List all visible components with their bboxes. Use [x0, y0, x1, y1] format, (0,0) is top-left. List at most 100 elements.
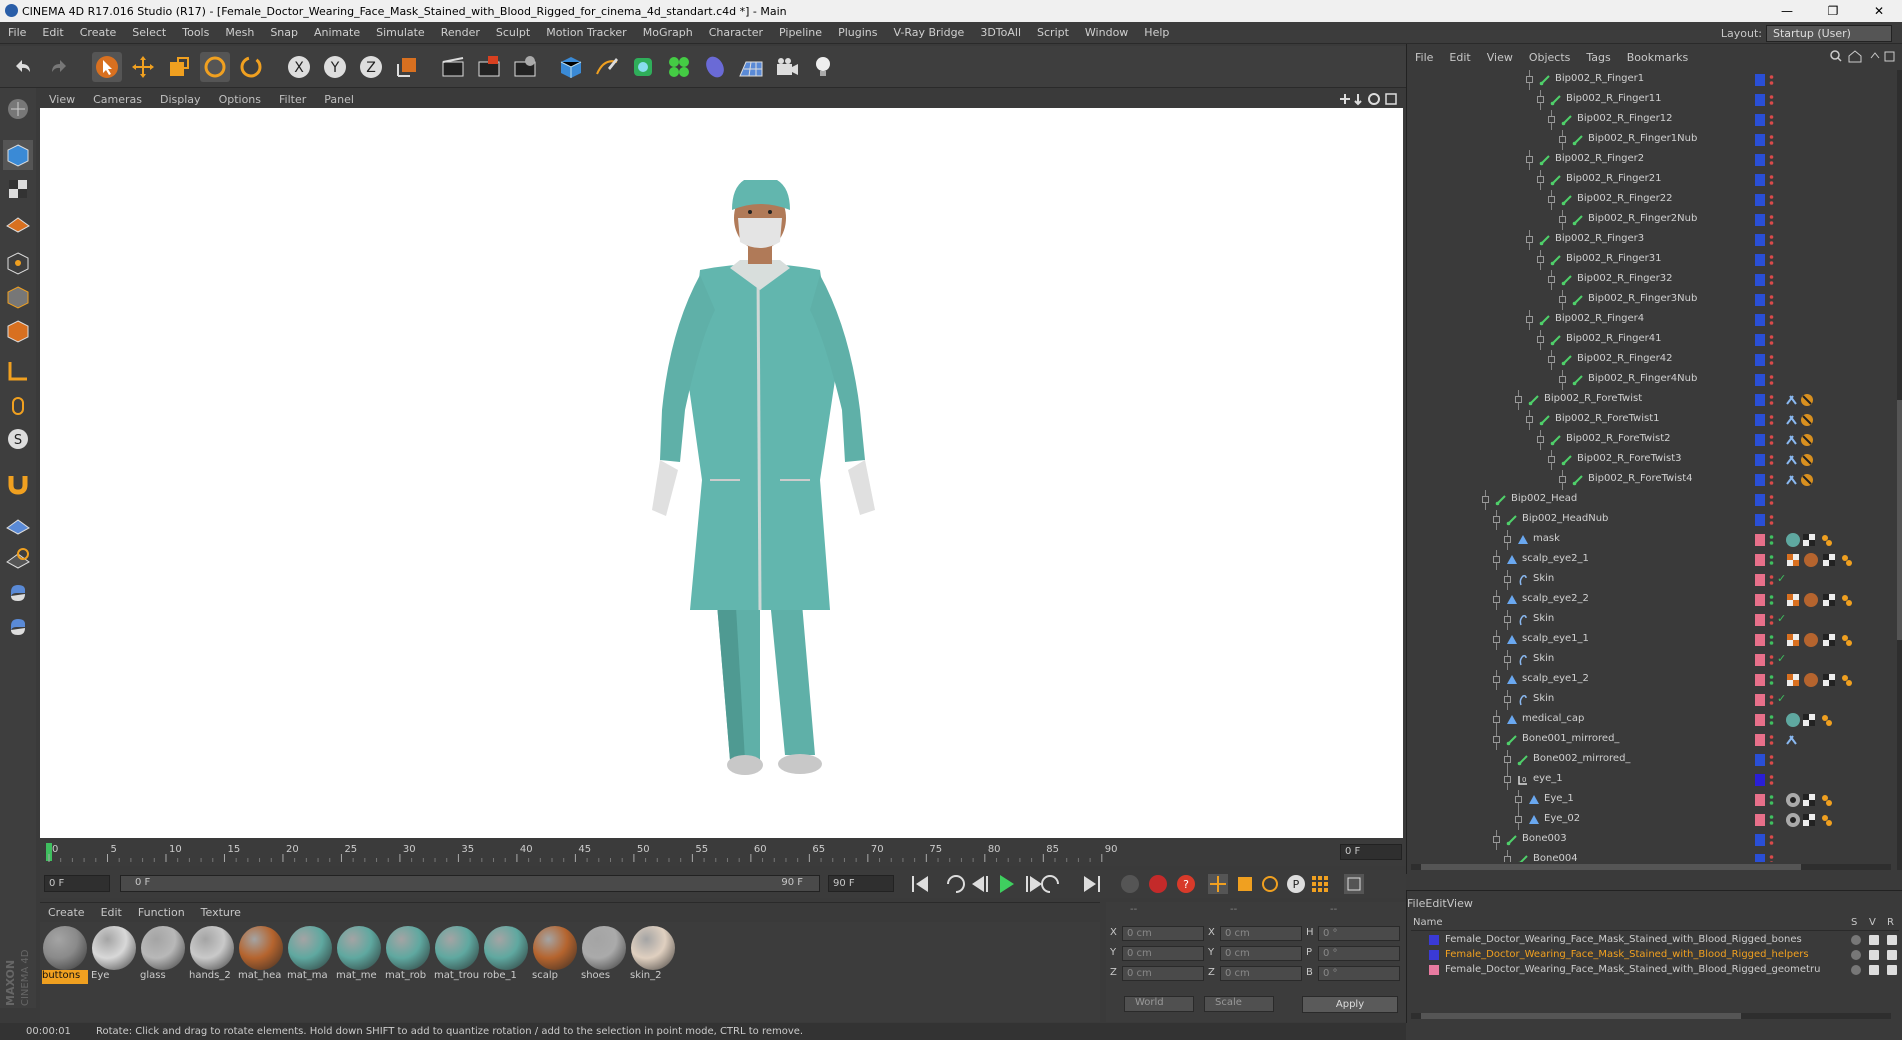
object-row[interactable]: Bip002_R_Finger12: [1407, 110, 1889, 130]
object-name[interactable]: Bip002_R_ForeTwist3: [1577, 453, 1681, 464]
menu-select[interactable]: Select: [124, 26, 174, 39]
coord-value-field[interactable]: 0 cm: [1122, 926, 1204, 941]
layer-color-swatch[interactable]: [1755, 254, 1765, 266]
layer-color-swatch[interactable]: [1755, 294, 1765, 306]
layer-render-icon[interactable]: [1887, 965, 1897, 975]
layer-color-swatch[interactable]: [1755, 594, 1765, 606]
menu-sculpt[interactable]: Sculpt: [488, 26, 538, 39]
material-swatch[interactable]: mat_ma: [287, 926, 333, 986]
viewport-menu-options[interactable]: Options: [210, 93, 270, 106]
layer-color-swatch[interactable]: [1755, 654, 1765, 666]
viewport-menu-panel[interactable]: Panel: [315, 93, 363, 106]
layer-color-swatch[interactable]: [1755, 734, 1765, 746]
object-name[interactable]: Bip002_R_Finger2Nub: [1588, 213, 1697, 224]
object-row[interactable]: Bip002_R_ForeTwist3: [1407, 450, 1889, 470]
object-row[interactable]: Bip002_R_ForeTwist4: [1407, 470, 1889, 490]
x-axis-lock-icon[interactable]: X: [284, 52, 314, 82]
object-menu-edit[interactable]: Edit: [1441, 51, 1478, 64]
expand-toggle-icon[interactable]: [1537, 336, 1544, 343]
visibility-dots[interactable]: [1769, 813, 1774, 827]
key-pla-icon[interactable]: [1312, 876, 1328, 892]
menu-edit[interactable]: Edit: [34, 26, 71, 39]
object-row[interactable]: Bip002_HeadNub: [1407, 510, 1889, 530]
object-name[interactable]: Bip002_R_ForeTwist4: [1588, 473, 1692, 484]
edges-mode-icon[interactable]: [3, 282, 33, 312]
layer-color-swatch[interactable]: [1755, 614, 1765, 626]
expand-toggle-icon[interactable]: [1504, 616, 1511, 623]
object-name[interactable]: mask: [1533, 533, 1560, 544]
menu-tools[interactable]: Tools: [174, 26, 217, 39]
object-row[interactable]: Bip002_R_Finger3: [1407, 230, 1889, 250]
layer-color-swatch[interactable]: [1429, 950, 1439, 960]
layer-h-scrollbar[interactable]: [1411, 1013, 1891, 1019]
layer-render-icon[interactable]: [1887, 950, 1897, 960]
object-row[interactable]: Bip002_R_Finger11: [1407, 90, 1889, 110]
layer-color-swatch[interactable]: [1755, 134, 1765, 146]
layer-color-swatch[interactable]: [1755, 314, 1765, 326]
expand-toggle-icon[interactable]: [1526, 156, 1533, 163]
visibility-dots[interactable]: [1769, 233, 1774, 247]
new-view-icon[interactable]: [1884, 51, 1895, 62]
tag-icons[interactable]: [1785, 392, 1885, 408]
coord-value-field[interactable]: 0 cm: [1220, 926, 1302, 941]
layer-color-swatch[interactable]: [1755, 534, 1765, 546]
tag-icons[interactable]: [1785, 632, 1885, 648]
apply-button[interactable]: Apply: [1302, 996, 1398, 1013]
object-name[interactable]: Bip002_R_Finger31: [1566, 253, 1662, 264]
coord-value-field[interactable]: 0 °: [1318, 926, 1400, 941]
next-frame-icon[interactable]: [1026, 876, 1042, 892]
object-name[interactable]: Bip002_Head: [1511, 493, 1577, 504]
object-row[interactable]: Bip002_R_Finger2Nub: [1407, 210, 1889, 230]
object-name[interactable]: Bip002_R_Finger3Nub: [1588, 293, 1697, 304]
object-name[interactable]: Bip002_R_Finger12: [1577, 113, 1673, 124]
visibility-dots[interactable]: [1769, 433, 1774, 447]
object-row[interactable]: Bip002_R_Finger32: [1407, 270, 1889, 290]
expand-toggle-icon[interactable]: [1526, 76, 1533, 83]
layer-visible-icon[interactable]: [1869, 935, 1879, 945]
camera-icon[interactable]: [772, 52, 802, 82]
object-row[interactable]: Bone004: [1407, 850, 1889, 862]
floor-environment-icon[interactable]: [736, 52, 766, 82]
tag-icons[interactable]: [1785, 732, 1885, 748]
object-name[interactable]: Bip002_R_Finger4: [1555, 313, 1644, 324]
layer-color-swatch[interactable]: [1755, 114, 1765, 126]
y-axis-lock-icon[interactable]: Y: [320, 52, 350, 82]
visibility-dots[interactable]: [1769, 693, 1774, 707]
object-row[interactable]: 0 eye_1: [1407, 770, 1889, 790]
tag-icons[interactable]: [1785, 812, 1885, 828]
object-row[interactable]: Skin ✓: [1407, 570, 1889, 590]
expand-toggle-icon[interactable]: [1493, 556, 1500, 563]
tag-icons[interactable]: [1785, 672, 1885, 688]
render-view-icon[interactable]: [438, 52, 468, 82]
layer-color-swatch[interactable]: [1755, 774, 1765, 786]
home-icon[interactable]: [1848, 50, 1862, 63]
visibility-dots[interactable]: [1769, 733, 1774, 747]
object-row[interactable]: Bip002_R_Finger1: [1407, 70, 1889, 90]
layer-color-swatch[interactable]: [1755, 754, 1765, 766]
object-row[interactable]: Bone003: [1407, 830, 1889, 850]
object-row[interactable]: Skin ✓: [1407, 690, 1889, 710]
pen-spline-icon[interactable]: [592, 52, 622, 82]
layer-visible-icon[interactable]: [1869, 965, 1879, 975]
layer-color-swatch[interactable]: [1755, 154, 1765, 166]
object-name[interactable]: medical_cap: [1522, 713, 1584, 724]
visibility-dots[interactable]: [1769, 493, 1774, 507]
floor-grid-icon[interactable]: [3, 508, 33, 538]
motion-record-icon[interactable]: [1121, 875, 1139, 893]
visibility-dots[interactable]: [1769, 93, 1774, 107]
object-row[interactable]: scalp_eye2_2: [1407, 590, 1889, 610]
object-name[interactable]: Bip002_R_ForeTwist1: [1555, 413, 1659, 424]
visibility-dots[interactable]: [1769, 633, 1774, 647]
object-name[interactable]: Eye_1: [1544, 793, 1574, 804]
layer-row[interactable]: Female_Doctor_Wearing_Face_Mask_Stained_…: [1411, 963, 1901, 978]
visibility-dots[interactable]: [1769, 753, 1774, 767]
visibility-dots[interactable]: [1769, 193, 1774, 207]
tag-icons[interactable]: [1785, 472, 1885, 488]
menu-animate[interactable]: Animate: [306, 26, 368, 39]
expand-toggle-icon[interactable]: [1537, 176, 1544, 183]
layer-color-swatch[interactable]: [1429, 935, 1439, 945]
enabled-check-icon[interactable]: ✓: [1777, 612, 1786, 625]
minimize-button[interactable]: —: [1764, 0, 1810, 22]
coord-value-field[interactable]: 0 °: [1318, 966, 1400, 981]
axis-mode-icon[interactable]: [3, 356, 33, 386]
